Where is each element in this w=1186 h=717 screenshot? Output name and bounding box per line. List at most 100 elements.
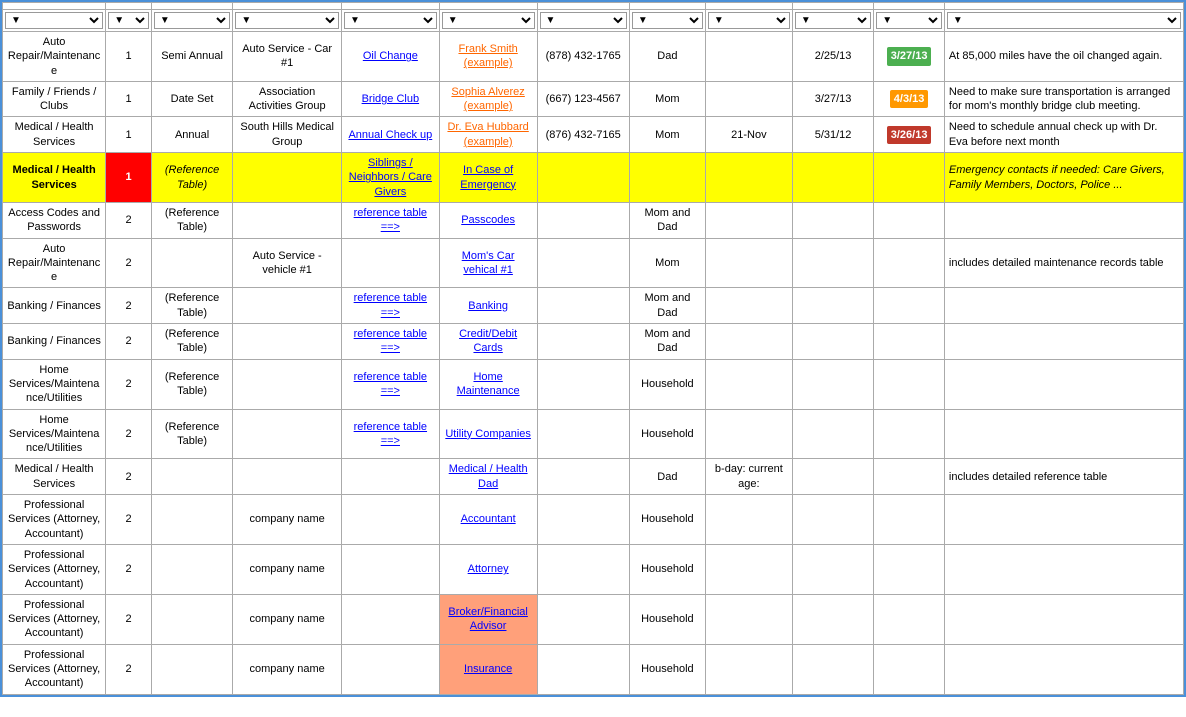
cell-category: Auto Repair/Maintenance	[3, 238, 106, 288]
col-header-priority	[106, 3, 152, 10]
cell-followup: 4/3/13	[874, 81, 945, 117]
cell-status	[151, 495, 232, 545]
filter-lastcontact[interactable]: ▼	[795, 12, 871, 29]
filter-family[interactable]: ▼	[632, 12, 703, 29]
cell-bday	[705, 202, 792, 238]
filter-comments[interactable]: ▼	[947, 12, 1181, 29]
cell-followup: 3/26/13	[874, 117, 945, 153]
cell-category: Professional Services (Attorney, Account…	[3, 644, 106, 694]
table-row: Auto Repair/Maintenance2Auto Service - v…	[3, 238, 1184, 288]
filter-bday[interactable]: ▼	[708, 12, 790, 29]
cell-lastcontact: 2/25/13	[792, 32, 873, 82]
cell-phone	[537, 544, 629, 594]
filter-phone[interactable]: ▼	[540, 12, 627, 29]
cell-appt[interactable]: reference table ==>	[341, 288, 439, 324]
cell-lastcontact	[792, 324, 873, 360]
cell-company	[233, 288, 342, 324]
cell-followup	[874, 644, 945, 694]
cell-comments	[944, 544, 1183, 594]
cell-appt[interactable]: Bridge Club	[341, 81, 439, 117]
cell-priority: 2	[106, 202, 152, 238]
spreadsheet-wrapper: ▼ ▼ ▼ ▼ ▼ ▼ ▼ ▼ ▼ ▼ ▼ ▼ Auto Repair/Main…	[0, 0, 1186, 697]
cell-lastcontact	[792, 544, 873, 594]
cell-contact[interactable]: Passcodes	[439, 202, 537, 238]
cell-bday	[705, 495, 792, 545]
cell-appt[interactable]: reference table ==>	[341, 409, 439, 459]
cell-appt[interactable]: Siblings / Neighbors / Care Givers	[341, 153, 439, 203]
cell-family: Mom and Dad	[629, 288, 705, 324]
cell-category: Banking / Finances	[3, 288, 106, 324]
cell-lastcontact	[792, 202, 873, 238]
cell-lastcontact: 3/27/13	[792, 81, 873, 117]
cell-bday: b-day: current age:	[705, 459, 792, 495]
col-header-contact	[439, 3, 537, 10]
cell-category: Professional Services (Attorney, Account…	[3, 544, 106, 594]
cell-lastcontact: 5/31/12	[792, 117, 873, 153]
filter-status[interactable]: ▼	[154, 12, 230, 29]
cell-status: Date Set	[151, 81, 232, 117]
table-row: Access Codes and Passwords2(Reference Ta…	[3, 202, 1184, 238]
cell-contact[interactable]: Utility Companies	[439, 409, 537, 459]
cell-contact[interactable]: Credit/Debit Cards	[439, 324, 537, 360]
cell-followup	[874, 359, 945, 409]
table-row: Family / Friends / Clubs1Date SetAssocia…	[3, 81, 1184, 117]
header-row	[3, 3, 1184, 10]
cell-lastcontact	[792, 594, 873, 644]
col-header-lastcontact	[792, 3, 873, 10]
cell-contact[interactable]: Sophia Alverez (example)	[439, 81, 537, 117]
cell-comments: includes detailed reference table	[944, 459, 1183, 495]
cell-contact[interactable]: In Case of Emergency	[439, 153, 537, 203]
cell-appt[interactable]: reference table ==>	[341, 324, 439, 360]
table-row: Professional Services (Attorney, Account…	[3, 644, 1184, 694]
col-header-category	[3, 3, 106, 10]
cell-followup	[874, 202, 945, 238]
filter-appt[interactable]: ▼	[344, 12, 437, 29]
cell-lastcontact	[792, 495, 873, 545]
cell-phone	[537, 495, 629, 545]
cell-priority: 1	[106, 117, 152, 153]
cell-comments	[944, 495, 1183, 545]
cell-appt[interactable]: reference table ==>	[341, 202, 439, 238]
cell-appt	[341, 495, 439, 545]
cell-comments	[944, 409, 1183, 459]
cell-appt[interactable]: Oil Change	[341, 32, 439, 82]
cell-status	[151, 594, 232, 644]
cell-phone	[537, 238, 629, 288]
cell-phone: (667) 123-4567	[537, 81, 629, 117]
cell-comments: Need to make sure transportation is arra…	[944, 81, 1183, 117]
cell-contact[interactable]: Banking	[439, 288, 537, 324]
cell-contact[interactable]: Dr. Eva Hubbard (example)	[439, 117, 537, 153]
cell-contact[interactable]: Accountant	[439, 495, 537, 545]
cell-priority: 2	[106, 324, 152, 360]
cell-priority: 2	[106, 544, 152, 594]
cell-followup	[874, 288, 945, 324]
cell-family: Mom and Dad	[629, 324, 705, 360]
cell-contact[interactable]: Medical / Health Dad	[439, 459, 537, 495]
cell-priority: 2	[106, 288, 152, 324]
filter-priority[interactable]: ▼	[108, 12, 149, 29]
cell-contact[interactable]: Insurance	[439, 644, 537, 694]
cell-followup	[874, 495, 945, 545]
filter-contact[interactable]: ▼	[442, 12, 535, 29]
cell-company	[233, 459, 342, 495]
cell-contact[interactable]: Broker/Financial Advisor	[439, 594, 537, 644]
filter-followup[interactable]: ▼	[876, 12, 942, 29]
cell-appt	[341, 544, 439, 594]
cell-contact[interactable]: Frank Smith (example)	[439, 32, 537, 82]
cell-company: company name	[233, 544, 342, 594]
col-header-appt	[341, 3, 439, 10]
cell-company: Auto Service - vehicle #1	[233, 238, 342, 288]
cell-category: Home Services/Maintenance/Utilities	[3, 359, 106, 409]
cell-company: company name	[233, 495, 342, 545]
cell-contact[interactable]: Home Maintenance	[439, 359, 537, 409]
cell-appt[interactable]: reference table ==>	[341, 359, 439, 409]
cell-appt[interactable]: Annual Check up	[341, 117, 439, 153]
cell-contact[interactable]: Attorney	[439, 544, 537, 594]
cell-phone	[537, 202, 629, 238]
filter-category[interactable]: ▼	[5, 12, 103, 29]
filter-company[interactable]: ▼	[235, 12, 339, 29]
cell-family	[629, 153, 705, 203]
cell-contact[interactable]: Mom's Car vehical #1	[439, 238, 537, 288]
cell-lastcontact	[792, 153, 873, 203]
col-header-status	[151, 3, 232, 10]
